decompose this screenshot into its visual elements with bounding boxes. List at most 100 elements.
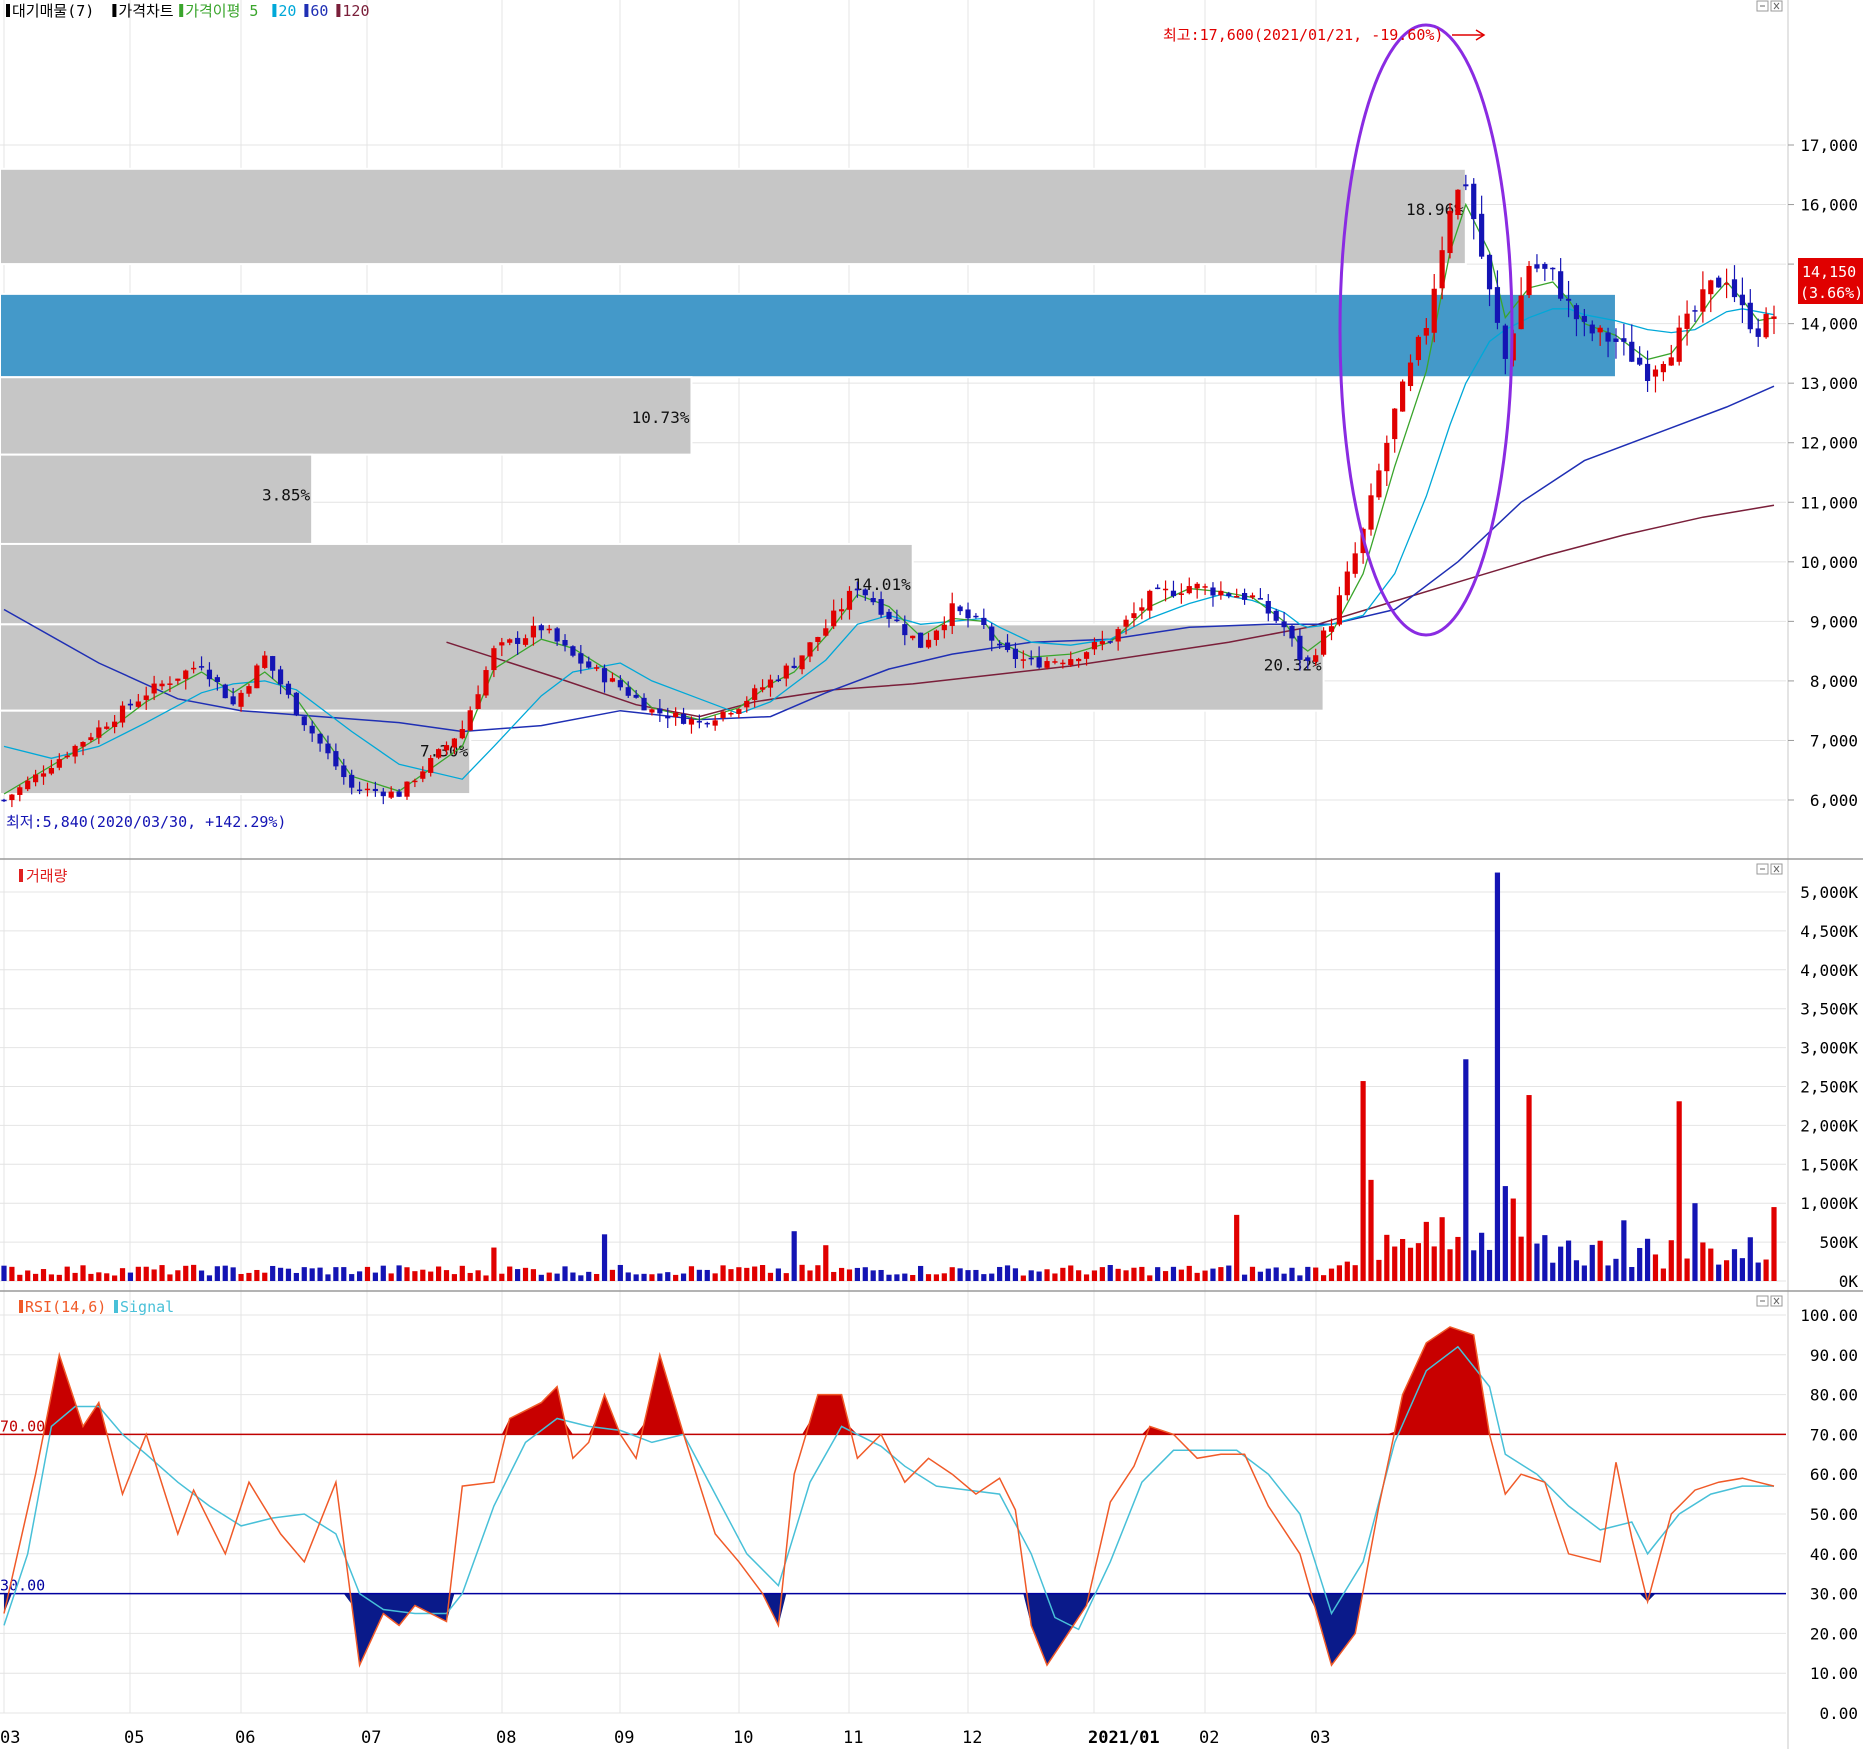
volume-bar xyxy=(846,1269,853,1281)
rsi-legend-marker xyxy=(19,1300,23,1313)
volume-bar xyxy=(823,1245,829,1281)
candle-body xyxy=(1328,626,1335,632)
volume-bar xyxy=(309,1268,315,1281)
price-tick-label: 13,000 xyxy=(1800,374,1858,393)
volume-bar xyxy=(1352,1265,1358,1281)
volume-bar xyxy=(1131,1267,1137,1281)
candle-body xyxy=(80,741,86,747)
candle-body xyxy=(1652,369,1659,377)
candle-body xyxy=(443,745,450,751)
x-tick-label: 07 xyxy=(361,1728,381,1748)
candle-body xyxy=(902,624,908,636)
volume-bar xyxy=(586,1271,592,1281)
candle-body xyxy=(854,588,860,591)
candle-body xyxy=(341,765,347,778)
candle-body xyxy=(1265,600,1271,614)
x-tick-label: 11 xyxy=(843,1728,863,1748)
volume-bar xyxy=(641,1273,647,1281)
candle-body xyxy=(515,637,521,644)
candle-body xyxy=(1249,595,1256,598)
candle-body xyxy=(625,687,631,696)
candle-body xyxy=(1012,648,1019,660)
volume-bar xyxy=(752,1266,758,1281)
candle-body xyxy=(1597,327,1603,333)
volume-bar xyxy=(1534,1243,1540,1281)
candle-body xyxy=(586,661,592,668)
candle-body xyxy=(1502,325,1508,359)
stock-chart[interactable]: 18.96%10.73%3.85%14.01%20.32%7.30% 70.00… xyxy=(0,0,1863,1749)
candle-body xyxy=(404,781,410,797)
candle-body xyxy=(1147,590,1153,611)
candle-body xyxy=(570,646,576,656)
volume-bar xyxy=(854,1267,860,1281)
volume-bar xyxy=(1581,1265,1587,1281)
volume-bar xyxy=(609,1269,616,1281)
volume-bar xyxy=(1542,1235,1548,1281)
volume-bar xyxy=(767,1272,774,1281)
volume-bar xyxy=(910,1274,916,1281)
volume-bar xyxy=(1755,1262,1761,1281)
candle-body xyxy=(1471,183,1477,220)
volume-bar xyxy=(9,1266,15,1281)
volume-bar xyxy=(1589,1244,1595,1281)
volume-bar xyxy=(997,1266,1003,1281)
price-tick-label: 8,000 xyxy=(1810,672,1858,691)
volume-bar xyxy=(372,1272,378,1281)
candle-body xyxy=(1431,288,1437,333)
volume-bar xyxy=(546,1272,552,1281)
volume-bar xyxy=(965,1270,971,1281)
volume-bar xyxy=(1510,1198,1516,1281)
candle-body xyxy=(420,771,426,779)
candle-body xyxy=(507,639,513,643)
candle-body xyxy=(578,653,584,664)
candle-body xyxy=(680,713,687,724)
volume-bar xyxy=(1068,1265,1074,1281)
candle-body xyxy=(388,791,394,798)
candle-body xyxy=(285,683,292,695)
volume-bar xyxy=(570,1272,576,1281)
volume-bar xyxy=(1139,1266,1145,1281)
volume-bar xyxy=(1368,1179,1374,1281)
price-legend-marker xyxy=(179,4,184,17)
volume-bar xyxy=(25,1270,31,1281)
volume-bar xyxy=(88,1273,94,1281)
candle-body xyxy=(96,727,102,738)
candle-body xyxy=(1320,630,1327,655)
rsi-tick-label: 80.00 xyxy=(1810,1386,1858,1405)
candle-body xyxy=(325,743,331,754)
price-tick-label: 9,000 xyxy=(1810,612,1858,631)
candle-body xyxy=(1170,590,1177,597)
volume-tick-label: 500K xyxy=(1819,1233,1858,1252)
candle-body xyxy=(1400,381,1406,412)
x-tick-label: 09 xyxy=(614,1728,634,1748)
rsi-legend-label: Signal xyxy=(120,1298,174,1316)
volume-legend-marker xyxy=(19,869,23,882)
volume-profile-label: 14.01% xyxy=(853,575,911,594)
volume-bar xyxy=(1202,1270,1208,1281)
volume-bar xyxy=(902,1273,908,1281)
candle-body xyxy=(1020,659,1026,661)
volume-bar xyxy=(1439,1217,1445,1281)
candle-body xyxy=(1463,184,1469,187)
price-legend-label: 20 xyxy=(278,2,296,20)
volume-bar xyxy=(989,1273,995,1281)
candle-body xyxy=(554,628,560,642)
candle-body xyxy=(1004,642,1011,650)
candle-body xyxy=(1565,298,1572,301)
candle-body xyxy=(973,615,979,618)
candle-body xyxy=(1091,642,1098,650)
x-tick-label: 08 xyxy=(496,1728,516,1748)
volume-bar xyxy=(1415,1243,1422,1281)
volume-bar xyxy=(451,1274,458,1281)
volume-tick-label: 1,500K xyxy=(1800,1155,1858,1174)
candle-body xyxy=(522,638,529,645)
candle-body xyxy=(1550,267,1556,270)
candle-body xyxy=(1700,289,1706,312)
volume-bar xyxy=(214,1266,220,1281)
candle-body xyxy=(1684,313,1690,329)
volume-bar xyxy=(1692,1203,1698,1281)
candle-body xyxy=(594,667,600,669)
candle-body xyxy=(1099,641,1105,645)
candle-body xyxy=(1589,324,1595,334)
volume-bar xyxy=(435,1266,442,1281)
